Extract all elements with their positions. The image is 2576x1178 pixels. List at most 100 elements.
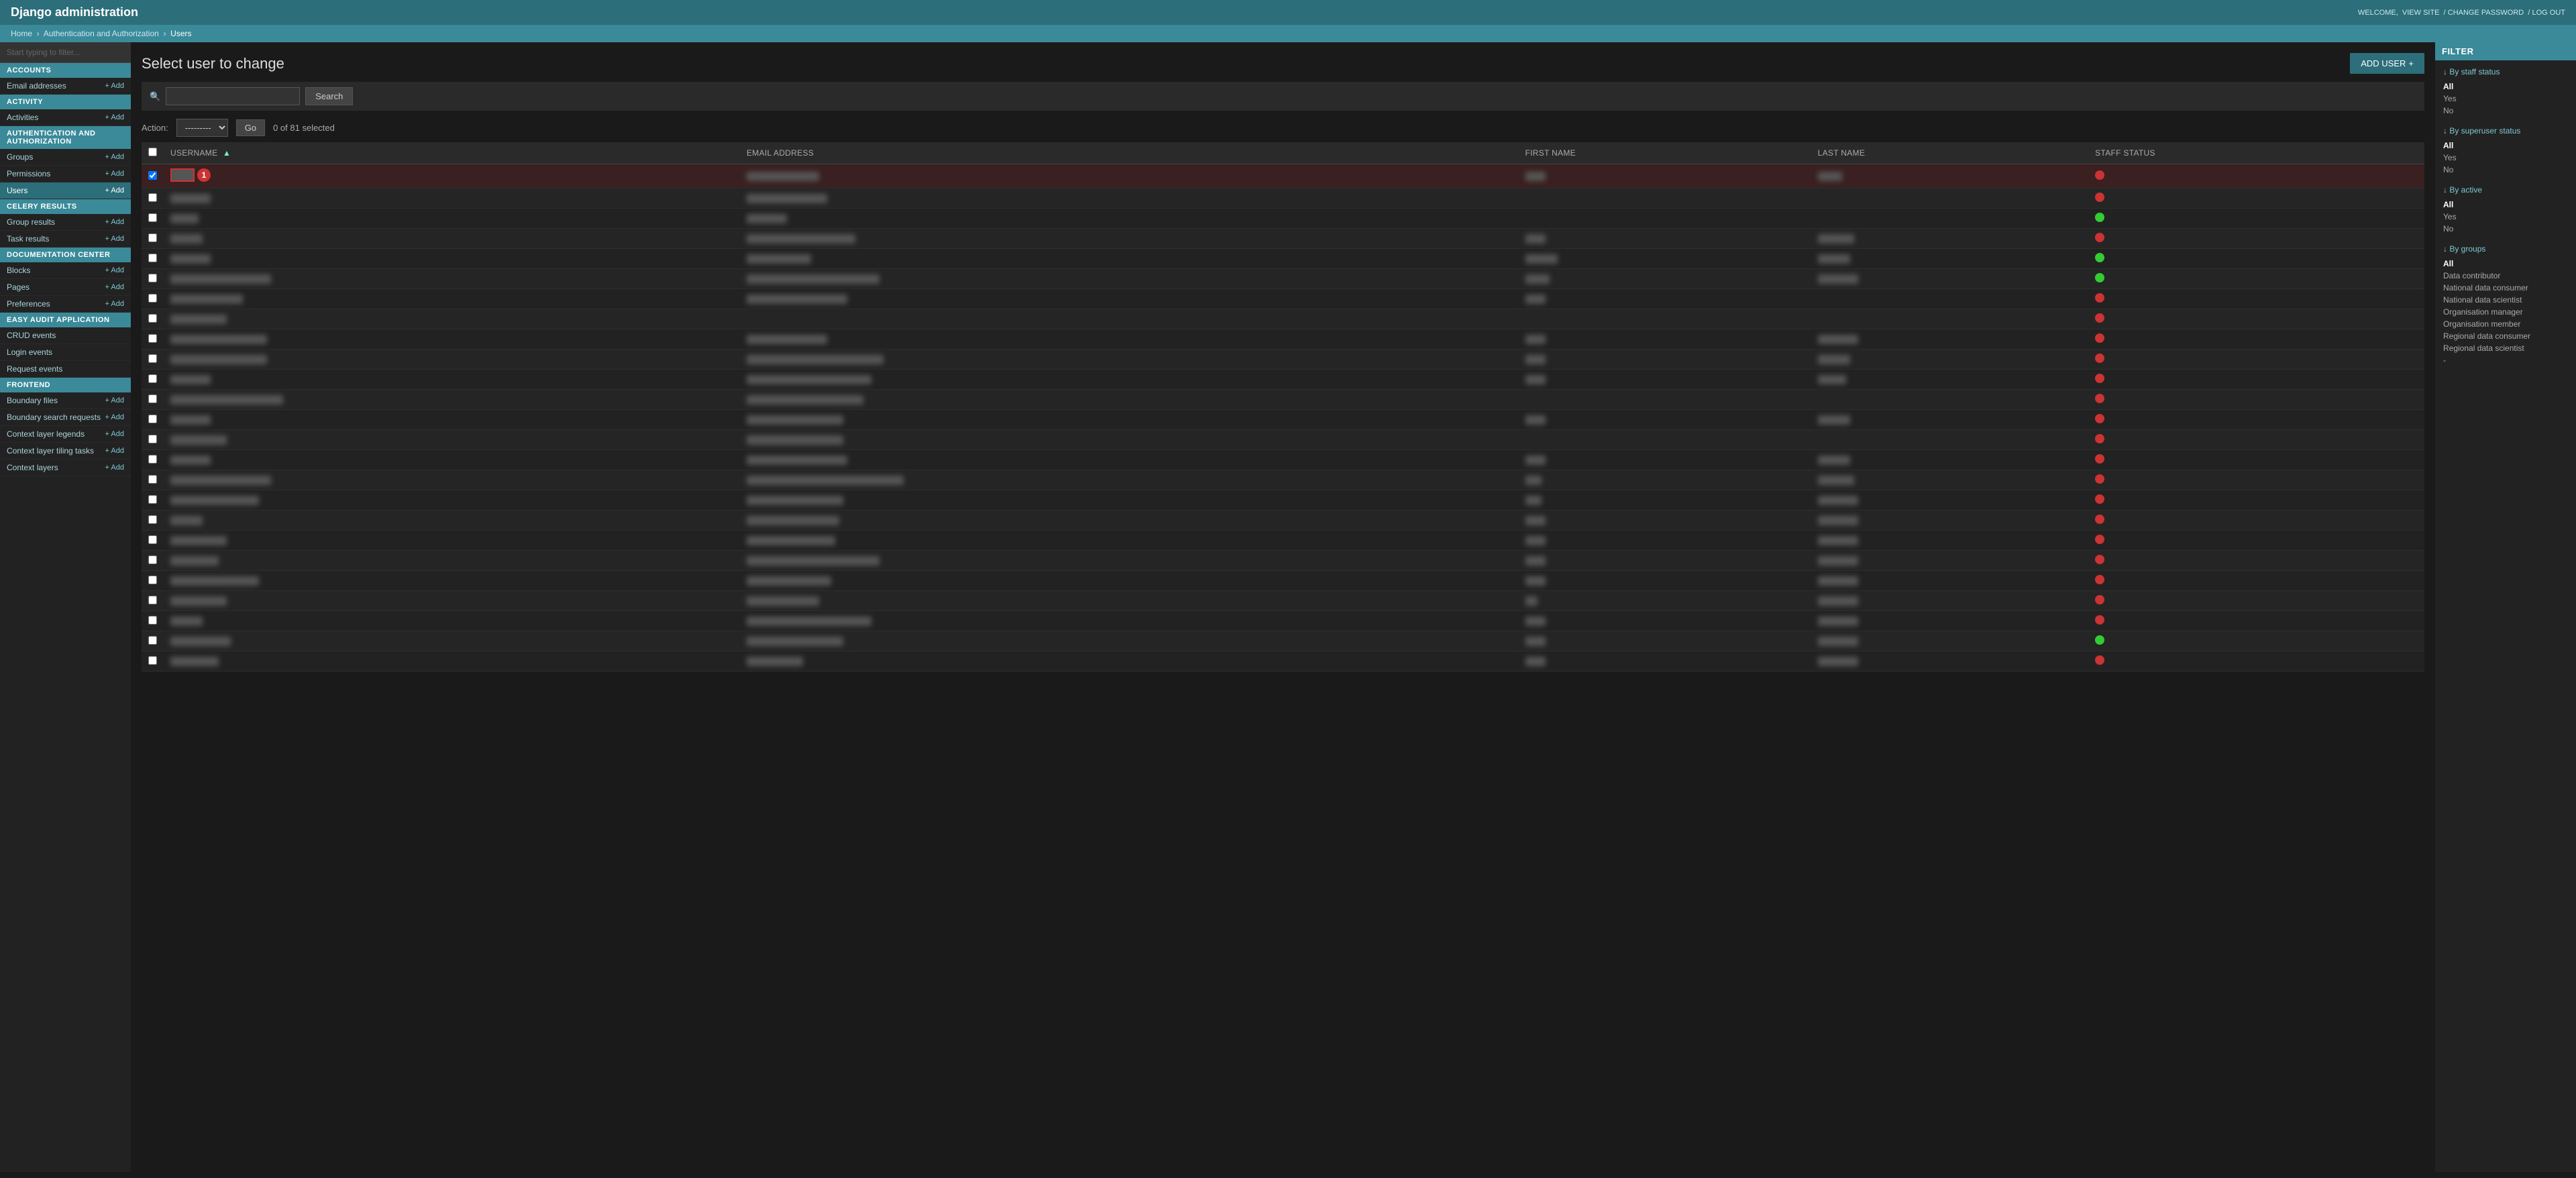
row-username[interactable]: xxxxxxxx (164, 611, 740, 631)
sidebar-item[interactable]: Preferences + Add (0, 296, 131, 313)
row-username[interactable]: xxxxxxxxxxxxxx (164, 591, 740, 611)
sidebar-item-link[interactable]: Boundary search requests (7, 413, 101, 422)
filter-link[interactable]: Organisation manager (2443, 306, 2568, 318)
filter-link[interactable]: Yes (2443, 211, 2568, 223)
sidebar-item-link[interactable]: Group results (7, 217, 55, 227)
sidebar-item-link[interactable]: Request events (7, 364, 62, 374)
row-username[interactable]: xxxxxxxxxxxx (164, 651, 740, 672)
row-username[interactable]: xxxxxxxxxxxxxx (164, 531, 740, 551)
log-out-link[interactable]: LOG OUT (2532, 9, 2565, 17)
row-checkbox[interactable] (148, 616, 157, 625)
add-user-button[interactable]: ADD USER + (2350, 53, 2424, 74)
row-checkbox-cell[interactable] (142, 309, 164, 329)
search-button[interactable]: Search (305, 87, 353, 105)
row-checkbox-cell[interactable] (142, 410, 164, 430)
sidebar-item-link[interactable]: Context layers (7, 463, 58, 472)
row-checkbox-cell[interactable] (142, 370, 164, 390)
sidebar-add-link[interactable]: + Add (105, 300, 124, 308)
row-username[interactable]: xxxxxxxxxxxxxxxxxxxxxx (164, 571, 740, 591)
sidebar-item[interactable]: CRUD events (0, 327, 131, 344)
row-username[interactable]: xxxxxxxx (164, 229, 740, 249)
row-username[interactable]: xxxxxxxxxx (164, 189, 740, 209)
filter-link[interactable]: No (2443, 164, 2568, 176)
row-username[interactable]: xxxxxxxxxx (164, 370, 740, 390)
sidebar-add-link[interactable]: + Add (105, 266, 124, 274)
sidebar-item[interactable]: Pages+ Add (0, 279, 131, 296)
filter-link[interactable]: No (2443, 105, 2568, 117)
sidebar-add-link[interactable]: + Add (105, 464, 124, 472)
row-username[interactable]: xxxxxxxxxxxxxxxxxxxxxxxxx (164, 470, 740, 490)
filter-link[interactable]: Regional data scientist (2443, 342, 2568, 354)
filter-link[interactable]: All (2443, 81, 2568, 93)
row-username[interactable]: xxxxxxxxxxxx (164, 551, 740, 571)
sidebar-item[interactable]: Blocks+ Add (0, 262, 131, 279)
sidebar-item[interactable]: Group results+ Add (0, 214, 131, 231)
sidebar-add-link[interactable]: + Add (105, 113, 124, 121)
row-checkbox-cell[interactable] (142, 571, 164, 591)
row-checkbox-cell[interactable] (142, 531, 164, 551)
row-username[interactable]: xxxxxxxxxxxxxxxxxxxxxxxx (164, 329, 740, 350)
row-checkbox[interactable] (148, 254, 157, 262)
sidebar-item[interactable]: Context layer tiling tasks+ Add (0, 443, 131, 460)
row-checkbox-cell[interactable] (142, 551, 164, 571)
sidebar-add-link[interactable]: + Add (105, 447, 124, 455)
sidebar-add-link[interactable]: + Add (105, 413, 124, 421)
row-checkbox[interactable] (148, 314, 157, 323)
row-username[interactable]: xxxxxxxxxxxxxxxxxxxxxxxx (164, 350, 740, 370)
filter-link[interactable]: Yes (2443, 152, 2568, 164)
row-checkbox-cell[interactable] (142, 591, 164, 611)
row-username[interactable]: xxxxxxxxxxxxxxxxxxxxxx (164, 490, 740, 511)
row-checkbox[interactable] (148, 171, 157, 180)
row-username[interactable]: xxxxxxxxxxxxxxxxxxxxxxxxx (164, 269, 740, 289)
filter-section-title[interactable]: ↓ By groups (2443, 244, 2568, 254)
row-checkbox[interactable] (148, 475, 157, 484)
filter-section-title[interactable]: ↓ By superuser status (2443, 126, 2568, 136)
row-checkbox-cell[interactable] (142, 430, 164, 450)
sidebar-item-link[interactable]: Preferences (7, 299, 50, 309)
filter-link[interactable]: Yes (2443, 93, 2568, 105)
row-checkbox-cell[interactable] (142, 229, 164, 249)
row-checkbox-cell[interactable] (142, 470, 164, 490)
sidebar-add-link[interactable]: + Add (105, 396, 124, 405)
sidebar-add-link[interactable]: + Add (105, 153, 124, 161)
row-checkbox-cell[interactable] (142, 329, 164, 350)
row-checkbox[interactable] (148, 555, 157, 564)
row-checkbox-cell[interactable] (142, 189, 164, 209)
sidebar-item-link[interactable]: Permissions (7, 169, 50, 178)
row-checkbox[interactable] (148, 213, 157, 222)
row-checkbox-cell[interactable] (142, 611, 164, 631)
filter-link[interactable]: All (2443, 258, 2568, 270)
sidebar-item-link[interactable]: Task results (7, 234, 49, 244)
filter-link[interactable]: Organisation member (2443, 318, 2568, 330)
sidebar-item[interactable]: Request events (0, 361, 131, 378)
row-checkbox[interactable] (148, 394, 157, 403)
select-all-checkbox[interactable] (148, 148, 157, 156)
filter-section-title[interactable]: ↓ By staff status (2443, 67, 2568, 76)
sidebar-item-link[interactable]: Pages (7, 282, 30, 292)
row-checkbox-cell[interactable] (142, 289, 164, 309)
sidebar-item-link[interactable]: Context layer legends (7, 429, 85, 439)
filter-link[interactable]: Regional data consumer (2443, 330, 2568, 342)
row-checkbox-cell[interactable] (142, 631, 164, 651)
row-checkbox-cell[interactable] (142, 511, 164, 531)
filter-link[interactable]: All (2443, 140, 2568, 152)
sidebar-add-link[interactable]: + Add (105, 430, 124, 438)
filter-link[interactable]: - (2443, 354, 2568, 366)
row-username[interactable]: 1 (164, 164, 740, 189)
sidebar-item-link[interactable]: Boundary files (7, 396, 58, 405)
row-checkbox[interactable] (148, 274, 157, 282)
sidebar-item[interactable]: Permissions + Add (0, 166, 131, 182)
row-checkbox[interactable] (148, 354, 157, 363)
sidebar-item[interactable]: Context layer legends + Add (0, 426, 131, 443)
sidebar-item-link[interactable]: Login events (7, 347, 52, 357)
row-username[interactable]: xxxxxxxxxx (164, 450, 740, 470)
sidebar-add-link[interactable]: + Add (105, 170, 124, 178)
filter-link[interactable]: All (2443, 199, 2568, 211)
action-select[interactable]: --------- (176, 119, 228, 137)
row-checkbox-cell[interactable] (142, 450, 164, 470)
row-checkbox[interactable] (148, 636, 157, 645)
sidebar-item[interactable]: Groups+ Add (0, 149, 131, 166)
sidebar-item-link[interactable]: Email addresses (7, 81, 66, 91)
row-username[interactable]: xxxxxxx (164, 209, 740, 229)
row-checkbox[interactable] (148, 656, 157, 665)
